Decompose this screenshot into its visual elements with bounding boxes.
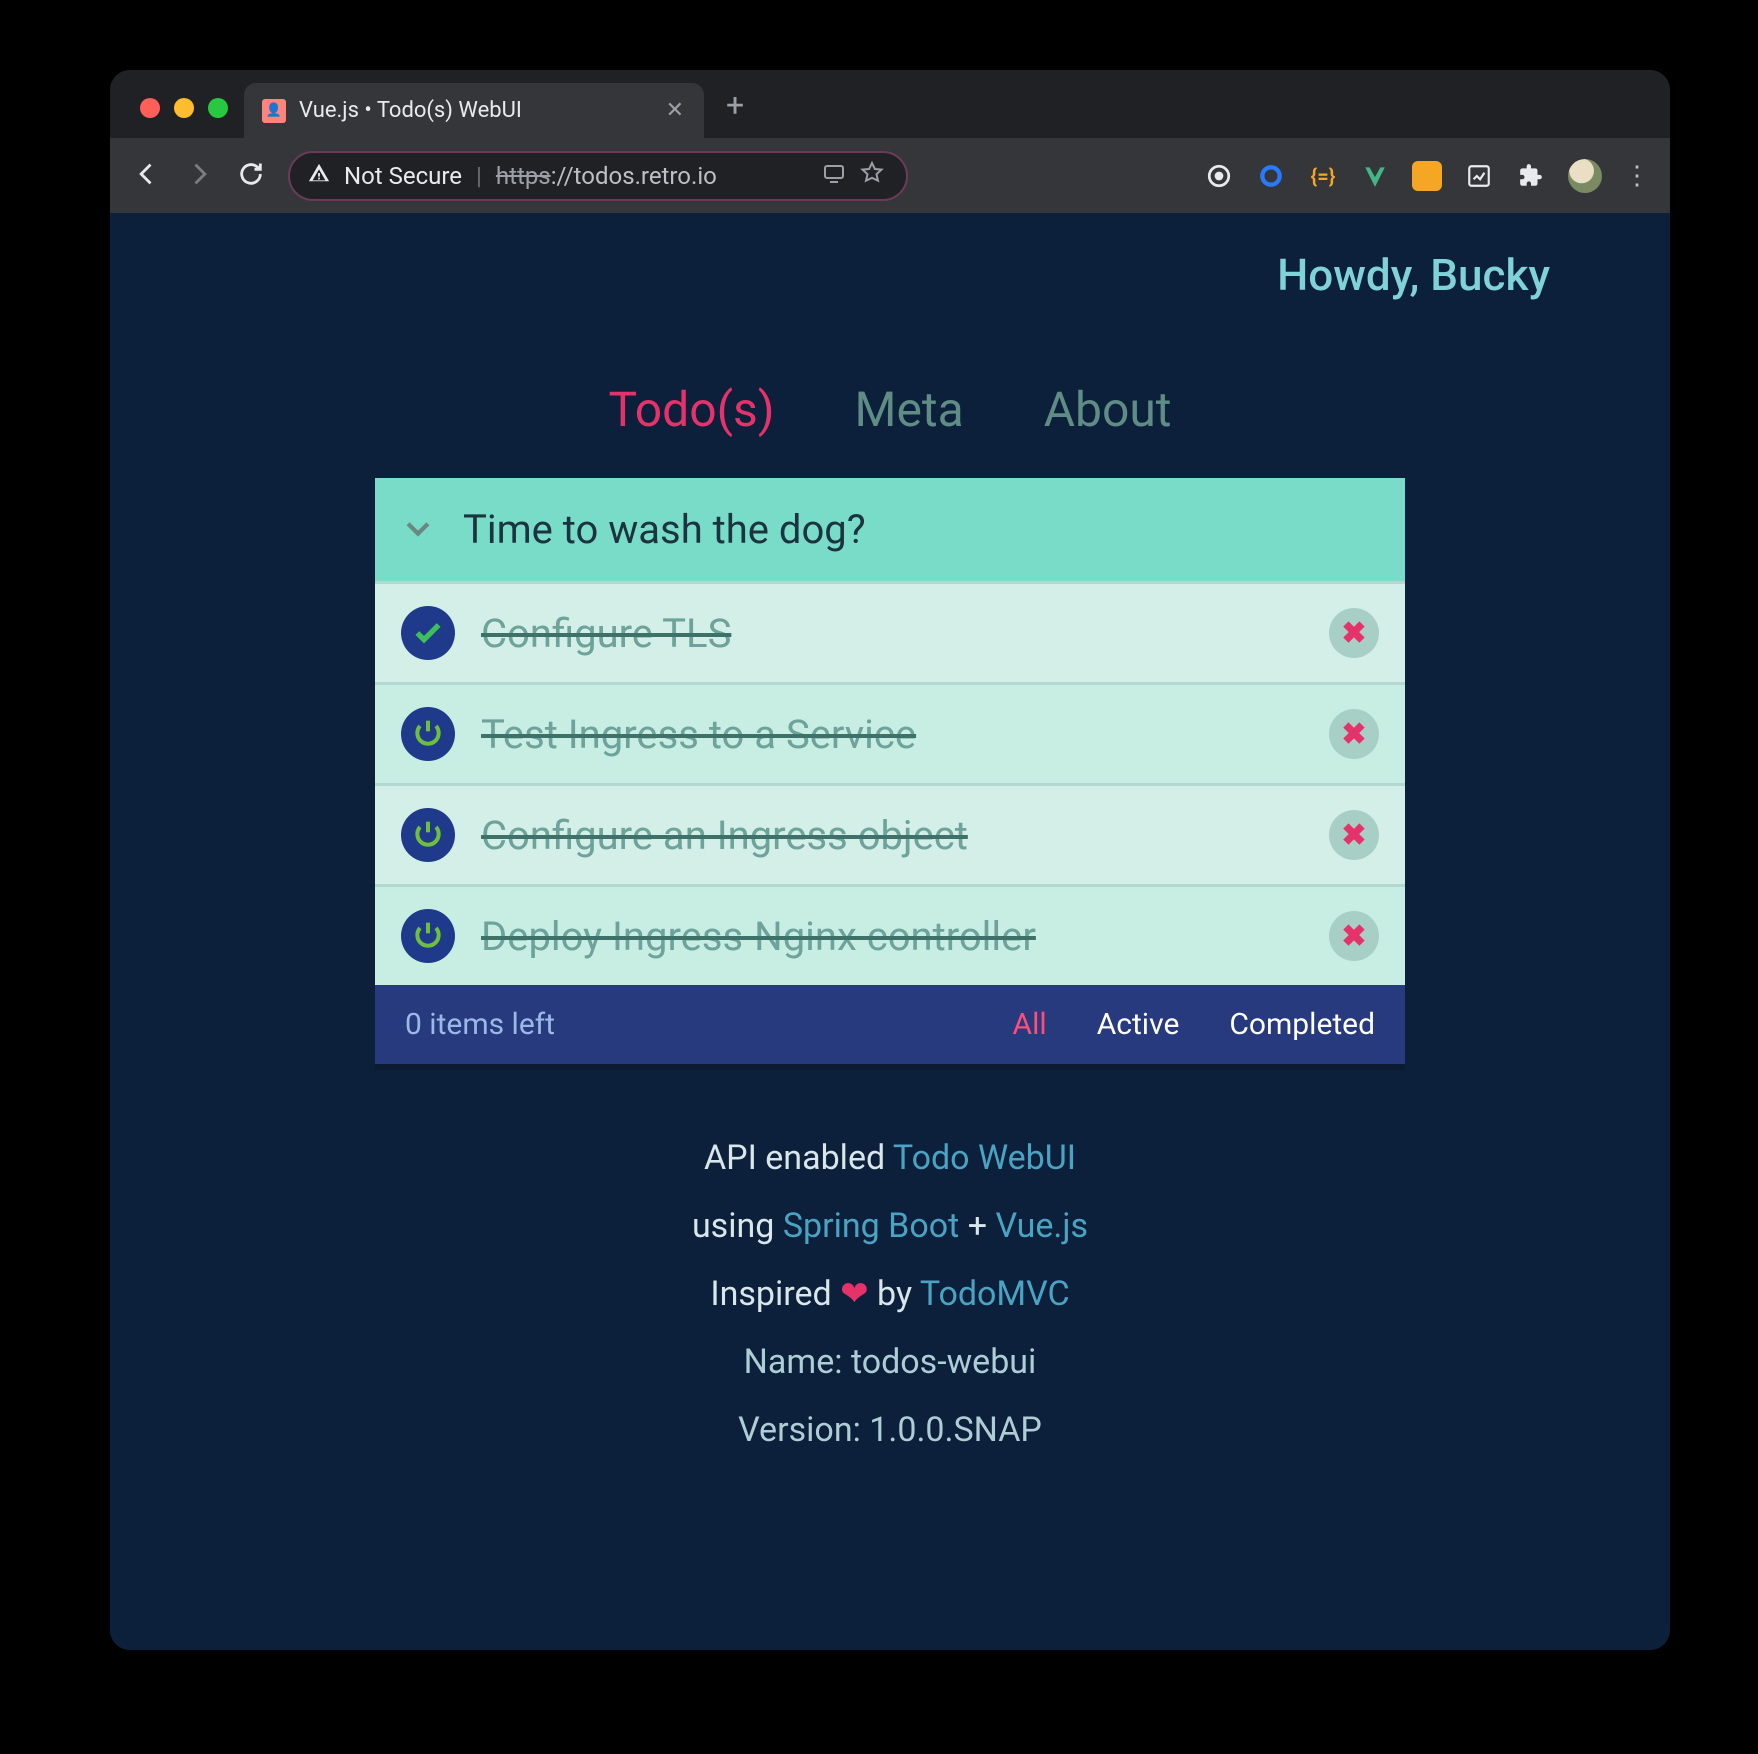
power-icon: [412, 819, 444, 851]
greeting-text: Howdy, Bucky: [110, 213, 1670, 301]
browser-window: 👤 Vue.js • Todo(s) WebUI ✕ + Not Secure: [110, 70, 1670, 1650]
todo-card: Configure TLS ✖ Test Ingress to a Servic…: [375, 478, 1405, 1064]
app-nav: Todo(s) Meta About: [110, 381, 1670, 438]
extension-ring-icon[interactable]: [1256, 161, 1286, 191]
app-name-line: Name: todos-webui: [110, 1328, 1670, 1396]
power-icon: [412, 718, 444, 750]
filter-active[interactable]: Active: [1097, 1007, 1180, 1042]
new-todo-row: [375, 478, 1405, 581]
separator: |: [476, 162, 482, 190]
window-minimize-button[interactable]: [174, 98, 194, 118]
forward-button[interactable]: [184, 160, 214, 192]
link-vuejs[interactable]: Vue.js: [995, 1206, 1088, 1246]
window-close-button[interactable]: [140, 98, 160, 118]
check-icon: [412, 617, 444, 649]
chevron-down-icon[interactable]: [401, 511, 435, 549]
filter-all[interactable]: All: [1013, 1007, 1047, 1042]
reload-button[interactable]: [236, 160, 266, 192]
items-left-count: 0 items left: [405, 1007, 555, 1042]
window-controls: [110, 98, 228, 138]
install-app-icon[interactable]: [822, 161, 846, 191]
nav-about[interactable]: About: [1044, 381, 1172, 438]
link-todo-webui[interactable]: Todo WebUI: [893, 1138, 1076, 1178]
todo-item: Configure TLS ✖: [375, 581, 1405, 682]
extensions-puzzle-icon[interactable]: [1516, 161, 1546, 191]
nav-meta[interactable]: Meta: [855, 381, 964, 438]
heart-icon: ❤: [840, 1274, 869, 1314]
todo-item: Deploy Ingress-Nginx controller ✖: [375, 884, 1405, 985]
browser-tab[interactable]: 👤 Vue.js • Todo(s) WebUI ✕: [244, 83, 704, 138]
link-todomvc[interactable]: TodoMVC: [920, 1274, 1070, 1314]
favicon-icon: 👤: [262, 99, 286, 123]
todo-delete-button[interactable]: ✖: [1329, 911, 1379, 961]
todo-toggle[interactable]: [401, 909, 455, 963]
meta-block: API enabled Todo WebUI using Spring Boot…: [110, 1124, 1670, 1464]
todo-delete-button[interactable]: ✖: [1329, 709, 1379, 759]
meta-line-3: Inspired ❤ by TodoMVC: [110, 1260, 1670, 1328]
new-todo-input[interactable]: [463, 506, 1379, 553]
extension-orange-icon[interactable]: [1412, 161, 1442, 191]
card-footer: 0 items left All Active Completed: [375, 985, 1405, 1064]
new-tab-button[interactable]: +: [726, 86, 744, 124]
todo-toggle[interactable]: [401, 707, 455, 761]
filter-completed[interactable]: Completed: [1229, 1007, 1375, 1042]
todo-text[interactable]: Configure TLS: [481, 610, 1303, 657]
todo-delete-button[interactable]: ✖: [1329, 810, 1379, 860]
nav-todos[interactable]: Todo(s): [608, 381, 774, 438]
browser-toolbar: Not Secure | https://todos.retro.io {=}: [110, 138, 1670, 213]
todo-item: Test Ingress to a Service ✖: [375, 682, 1405, 783]
extension-braces-icon[interactable]: {=}: [1308, 161, 1338, 191]
link-spring-boot[interactable]: Spring Boot: [783, 1206, 959, 1246]
tab-close-button[interactable]: ✕: [666, 98, 684, 123]
browser-menu-button[interactable]: ⋮: [1624, 161, 1648, 191]
not-secure-icon: [308, 162, 330, 190]
extension-chart-icon[interactable]: [1464, 161, 1494, 191]
app-viewport: Howdy, Bucky Todo(s) Meta About Co: [110, 213, 1670, 1650]
window-maximize-button[interactable]: [208, 98, 228, 118]
url-text: https://todos.retro.io: [496, 162, 717, 190]
back-button[interactable]: [132, 160, 162, 192]
titlebar: 👤 Vue.js • Todo(s) WebUI ✕ +: [110, 70, 1670, 138]
profile-avatar[interactable]: [1568, 159, 1602, 193]
bookmark-star-icon[interactable]: [860, 161, 884, 191]
todo-item: Configure an Ingress object ✖: [375, 783, 1405, 884]
meta-line-1: API enabled Todo WebUI: [110, 1124, 1670, 1192]
extension-vue-icon[interactable]: [1360, 161, 1390, 191]
power-icon: [412, 920, 444, 952]
todo-toggle[interactable]: [401, 606, 455, 660]
todo-text[interactable]: Test Ingress to a Service: [481, 711, 1303, 758]
todo-toggle[interactable]: [401, 808, 455, 862]
meta-line-2: using Spring Boot + Vue.js: [110, 1192, 1670, 1260]
extension-circle-icon[interactable]: [1204, 161, 1234, 191]
todo-delete-button[interactable]: ✖: [1329, 608, 1379, 658]
app-version-line: Version: 1.0.0.SNAP: [110, 1396, 1670, 1464]
security-label: Not Secure: [344, 162, 462, 190]
todo-text[interactable]: Deploy Ingress-Nginx controller: [481, 913, 1303, 960]
todo-text[interactable]: Configure an Ingress object: [481, 812, 1303, 859]
address-bar[interactable]: Not Secure | https://todos.retro.io: [288, 151, 908, 201]
tab-title: Vue.js • Todo(s) WebUI: [299, 98, 653, 123]
extensions-row: {=} ⋮: [1204, 159, 1648, 193]
